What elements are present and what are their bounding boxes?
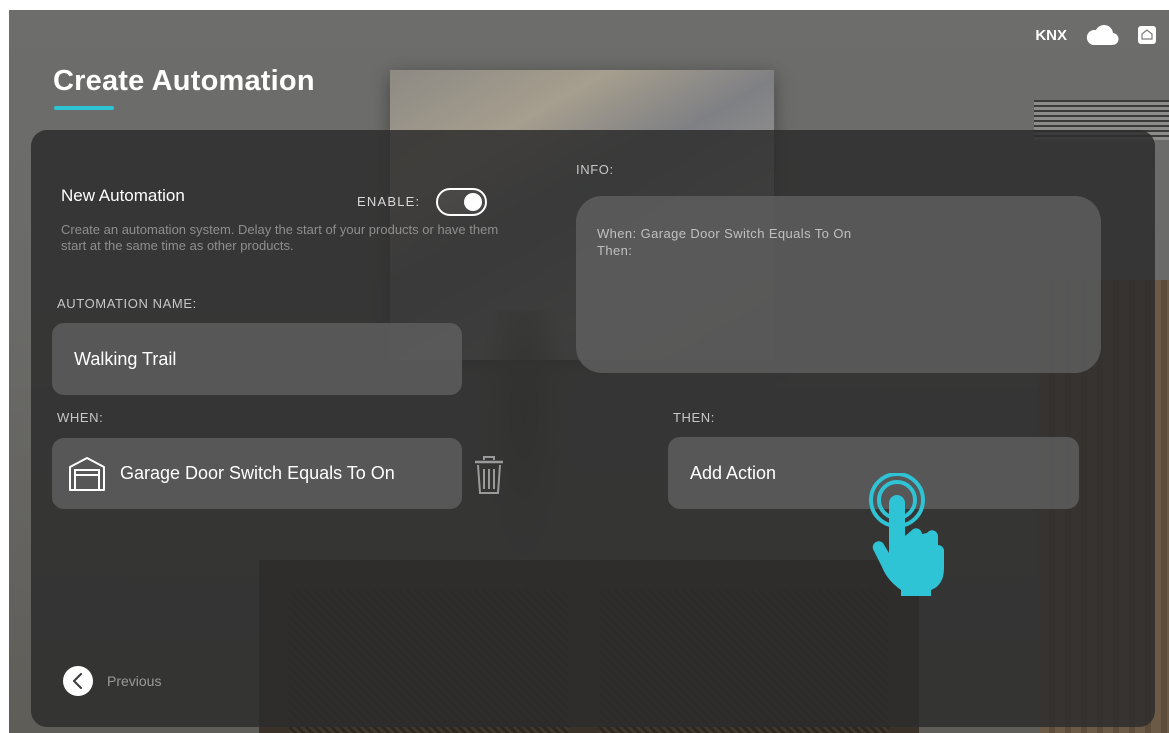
- info-box: When: Garage Door Switch Equals To On Th…: [576, 196, 1101, 373]
- toggle-knob: [464, 193, 482, 211]
- garage-icon: [69, 456, 105, 491]
- status-bar: KNX: [1035, 22, 1157, 48]
- when-condition-field[interactable]: Garage Door Switch Equals To On: [52, 438, 462, 509]
- knx-label: KNX: [1035, 26, 1067, 44]
- title-underline: [54, 106, 114, 110]
- automation-name-field[interactable]: Walking Trail: [52, 323, 462, 395]
- automation-heading: New Automation: [61, 186, 185, 205]
- page-title: Create Automation: [53, 65, 315, 97]
- home-icon[interactable]: [1137, 25, 1157, 45]
- add-action-label: Add Action: [690, 462, 777, 483]
- automation-description: Create an automation system. Delay the s…: [61, 222, 499, 253]
- automation-name-value: Walking Trail: [74, 348, 177, 369]
- enable-label: ENABLE:: [357, 194, 421, 209]
- automation-panel: New Automation ENABLE: Create an automat…: [31, 130, 1155, 727]
- when-label: WHEN:: [57, 410, 104, 425]
- info-label: INFO:: [576, 162, 614, 177]
- cloud-icon: [1086, 25, 1119, 46]
- screen: Create Automation KNX New Automation ENA…: [9, 10, 1169, 733]
- chevron-left-icon: [63, 666, 93, 696]
- then-label: THEN:: [673, 410, 715, 425]
- info-when-text: When: Garage Door Switch Equals To On: [597, 226, 852, 241]
- info-then-text: Then:: [597, 243, 633, 258]
- previous-button[interactable]: Previous: [63, 666, 161, 696]
- enable-toggle[interactable]: [436, 188, 487, 216]
- previous-label: Previous: [107, 673, 162, 689]
- trash-icon[interactable]: [472, 455, 506, 495]
- tap-hand-icon: [869, 473, 944, 596]
- when-condition-value: Garage Door Switch Equals To On: [120, 463, 395, 483]
- automation-name-label: AUTOMATION NAME:: [57, 296, 197, 311]
